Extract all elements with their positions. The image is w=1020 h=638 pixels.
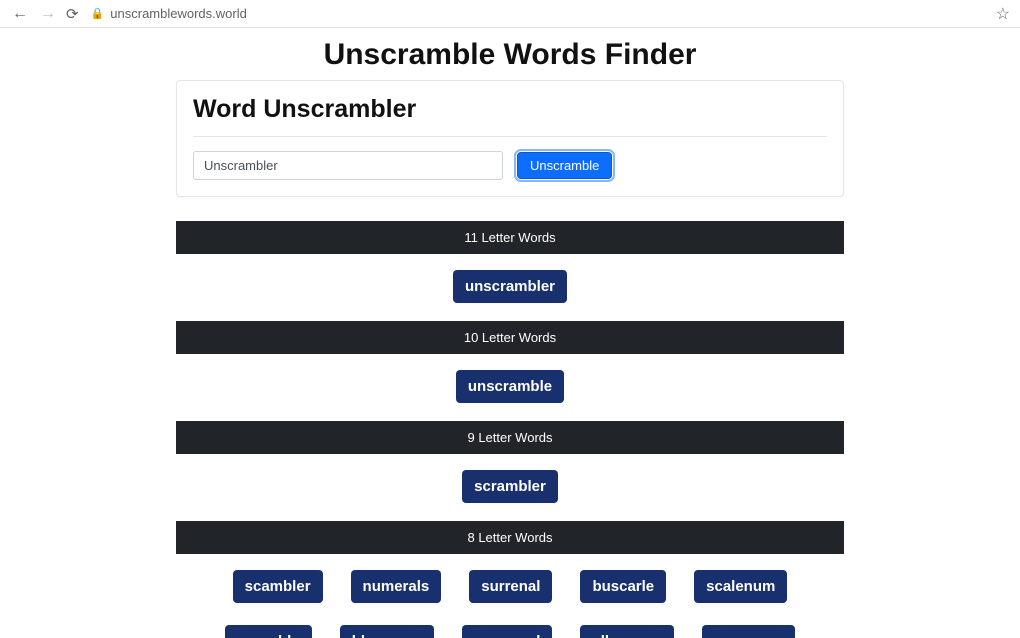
- word-chip[interactable]: unscramble: [456, 370, 564, 403]
- page-content: Unscramble Words Finder Word Unscrambler…: [0, 28, 1020, 638]
- word-chip[interactable]: nursable: [225, 625, 312, 638]
- section-header: 8 Letter Words: [176, 521, 844, 554]
- word-chip[interactable]: buscarle: [580, 570, 666, 603]
- lock-icon: 🔒: [91, 7, 105, 20]
- word-chip[interactable]: unscrambler: [453, 270, 567, 303]
- word-chip[interactable]: mensural: [462, 625, 553, 638]
- section-header: 10 Letter Words: [176, 321, 844, 354]
- word-row: scambler numerals surrenal buscarle scalenum…: [176, 570, 844, 638]
- unscrambler-card: Word Unscrambler Unscramble: [176, 80, 844, 197]
- browser-toolbar: ← → ⟳ 🔒 unscramblewords.world ☆: [0, 0, 1020, 28]
- results-container: 11 Letter Words unscrambler 10 Letter Word…: [176, 221, 844, 638]
- section-header: 11 Letter Words: [176, 221, 844, 254]
- back-button[interactable]: ←: [10, 5, 30, 23]
- word-chip[interactable]: scambler: [233, 570, 323, 603]
- word-chip[interactable]: surrenal: [469, 570, 552, 603]
- word-chip[interactable]: numerals: [351, 570, 442, 603]
- bookmark-star-icon[interactable]: ☆: [996, 4, 1010, 24]
- url-text: unscramblewords.world: [110, 6, 247, 21]
- word-chip[interactable]: scrambler: [462, 470, 558, 503]
- word-row: unscramble: [176, 370, 844, 421]
- word-row: unscrambler: [176, 270, 844, 321]
- word-chip[interactable]: surnamer: [702, 625, 794, 638]
- address-bar[interactable]: 🔒 unscramblewords.world: [87, 6, 988, 21]
- word-chip[interactable]: bluesman: [340, 625, 434, 638]
- page-title: Unscramble Words Finder: [0, 28, 1020, 80]
- forward-button[interactable]: →: [38, 5, 58, 23]
- scramble-input[interactable]: [193, 151, 503, 180]
- refresh-button[interactable]: ⟳: [66, 5, 79, 23]
- section-header: 9 Letter Words: [176, 421, 844, 454]
- form-row: Unscramble: [193, 151, 827, 180]
- card-title: Word Unscrambler: [193, 95, 827, 137]
- word-row: scrambler: [176, 470, 844, 521]
- unscramble-button[interactable]: Unscramble: [517, 152, 612, 179]
- word-chip[interactable]: albumens: [580, 625, 674, 638]
- word-chip[interactable]: scalenum: [694, 570, 787, 603]
